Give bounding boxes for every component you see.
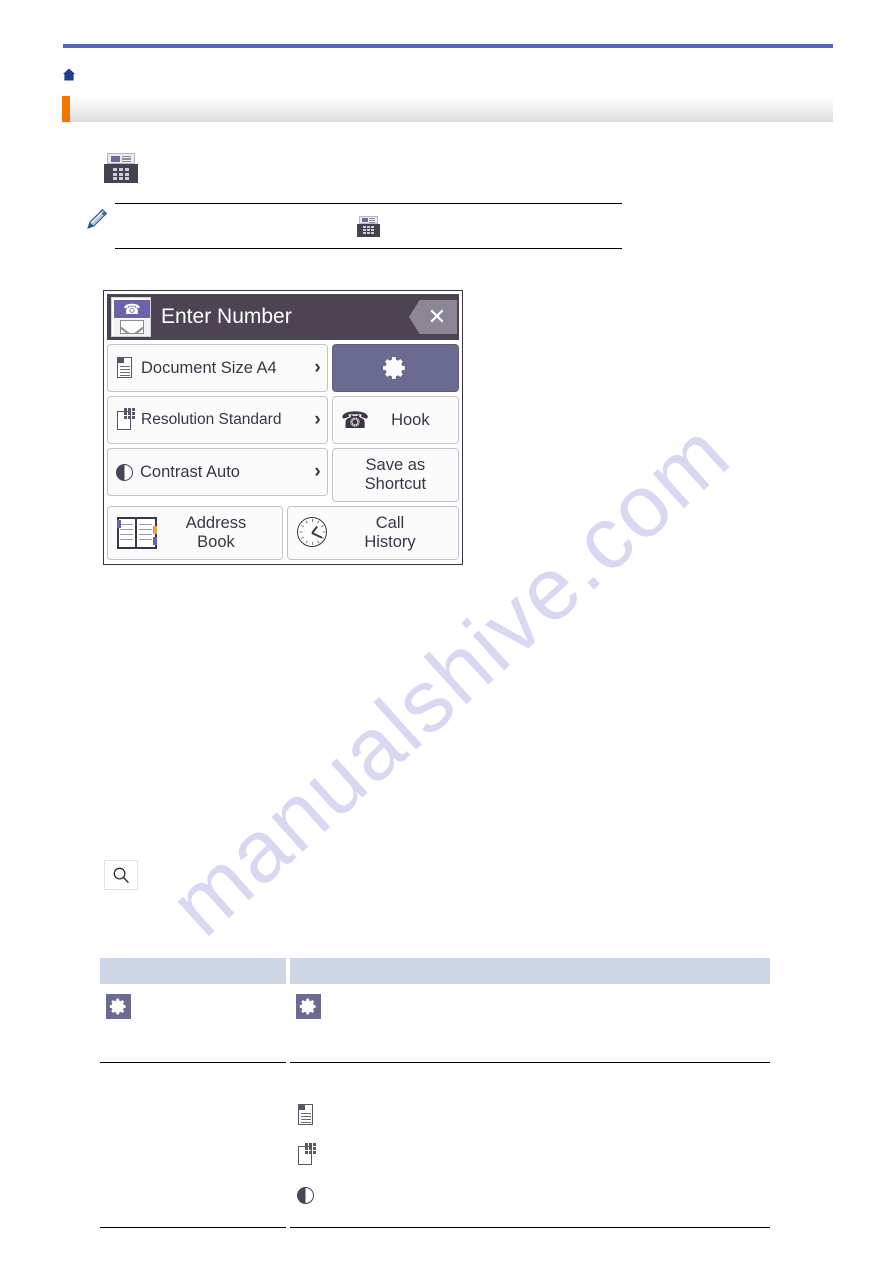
fax-line-2	[369, 219, 375, 221]
call-history-line-2: History	[364, 533, 416, 551]
title-accent-bar	[62, 96, 70, 122]
note-content	[115, 203, 622, 249]
table-header-row	[100, 958, 770, 984]
pencil-note-icon	[85, 207, 109, 231]
table-row	[100, 984, 770, 1063]
hook-phone-icon: ☎	[340, 407, 370, 433]
lcd-button-label: Hook	[391, 410, 430, 429]
shortcut-line-1: Save as	[365, 456, 426, 475]
fax-badge-icon: ☎	[111, 297, 151, 337]
table-cell-col2	[290, 1062, 770, 1228]
fax-line-1	[122, 155, 131, 157]
note-box	[85, 203, 622, 249]
table-row	[100, 1062, 770, 1228]
table-sub-item	[296, 1097, 764, 1133]
search-icon[interactable]	[104, 860, 138, 890]
chevron-right-icon: ›	[314, 461, 321, 482]
contrast-icon	[115, 463, 134, 482]
contrast-icon	[296, 1186, 315, 1205]
cell-spacer	[296, 1020, 764, 1048]
lcd-right-column: ☎ Hook Save as Shortcut	[331, 344, 459, 502]
lcd-button-label: Resolution Standard	[141, 411, 282, 428]
document-icon	[296, 1103, 316, 1127]
resolution-icon	[296, 1143, 316, 1167]
resolution-icon	[115, 408, 135, 432]
lcd-button-resolution[interactable]: Resolution Standard ›	[107, 396, 328, 444]
lcd-button-save-as-shortcut[interactable]: Save as Shortcut	[331, 448, 459, 502]
chevron-right-icon: ›	[314, 409, 321, 430]
fax-screen	[362, 217, 368, 222]
intro-block	[100, 150, 800, 186]
fax-screen	[111, 155, 120, 162]
fax-line-3	[122, 160, 131, 162]
table-cell-col2	[290, 984, 770, 1063]
search-instruction-row	[100, 858, 800, 892]
gear-icon	[106, 993, 131, 1019]
table-cell-col1	[100, 1062, 286, 1228]
fax-line-1	[369, 217, 375, 219]
address-book-line-2: Book	[197, 533, 235, 551]
lcd-screen-mockup: ☎ Enter Number ✕ Document Size A4 › Reso…	[103, 290, 463, 565]
cell-icon-row	[106, 992, 280, 1020]
table-sub-item	[296, 1177, 764, 1213]
cell-spacer	[106, 1020, 280, 1048]
fax-machine-icon	[104, 153, 138, 183]
table-sub-item	[296, 1137, 764, 1173]
lcd-bottom-row: Address Book Call History	[107, 506, 459, 560]
lcd-button-label: Document Size A4	[141, 358, 277, 377]
fax-machine-icon	[357, 215, 380, 237]
lcd-button-label: Contrast Auto	[140, 462, 240, 481]
address-book-line-1: Address	[185, 514, 247, 533]
shortcut-line-2: Shortcut	[364, 475, 427, 493]
lcd-button-contrast[interactable]: Contrast Auto ›	[107, 448, 328, 496]
call-history-line-1: Call	[375, 514, 405, 533]
lcd-button-label: Call History	[330, 514, 450, 552]
gear-icon	[296, 993, 321, 1019]
lcd-button-call-history[interactable]: Call History	[286, 506, 459, 560]
table-header-col1	[100, 958, 286, 984]
title-background	[70, 96, 833, 122]
table-header-col2	[290, 958, 770, 984]
intro-row	[100, 150, 800, 186]
lcd-header-bar: ☎ Enter Number ✕	[107, 294, 459, 340]
chevron-right-icon: ›	[314, 357, 321, 378]
top-divider-rule	[63, 44, 833, 48]
phone-handset-icon: ☎	[123, 301, 141, 317]
lcd-button-label: Address Book	[158, 514, 274, 552]
page-title-bar	[62, 96, 833, 122]
fax-line-3	[369, 221, 375, 223]
lcd-left-column: Document Size A4 › Resolution Standard ›…	[107, 344, 328, 502]
fax-keypad	[363, 226, 374, 234]
lcd-button-hook[interactable]: ☎ Hook	[331, 396, 459, 444]
lcd-body: Document Size A4 › Resolution Standard ›…	[107, 344, 459, 502]
cell-spacer	[106, 1071, 280, 1189]
home-icon[interactable]	[62, 68, 76, 81]
address-book-icon	[116, 516, 158, 550]
fax-line-2	[122, 158, 131, 160]
document-icon	[115, 356, 135, 380]
envelope-icon	[120, 320, 144, 334]
clock-icon	[296, 516, 330, 550]
table-cell-col1	[100, 984, 286, 1063]
lcd-button-settings[interactable]	[331, 344, 459, 392]
options-table	[100, 958, 770, 1228]
breadcrumb[interactable]	[62, 64, 832, 84]
gear-icon	[382, 355, 408, 381]
cell-icon-row	[296, 992, 764, 1020]
lcd-button-label: Save as Shortcut	[365, 456, 426, 494]
fax-keypad	[113, 168, 129, 180]
lcd-button-address-book[interactable]: Address Book	[107, 506, 283, 560]
lcd-button-document-size[interactable]: Document Size A4 ›	[107, 344, 328, 392]
